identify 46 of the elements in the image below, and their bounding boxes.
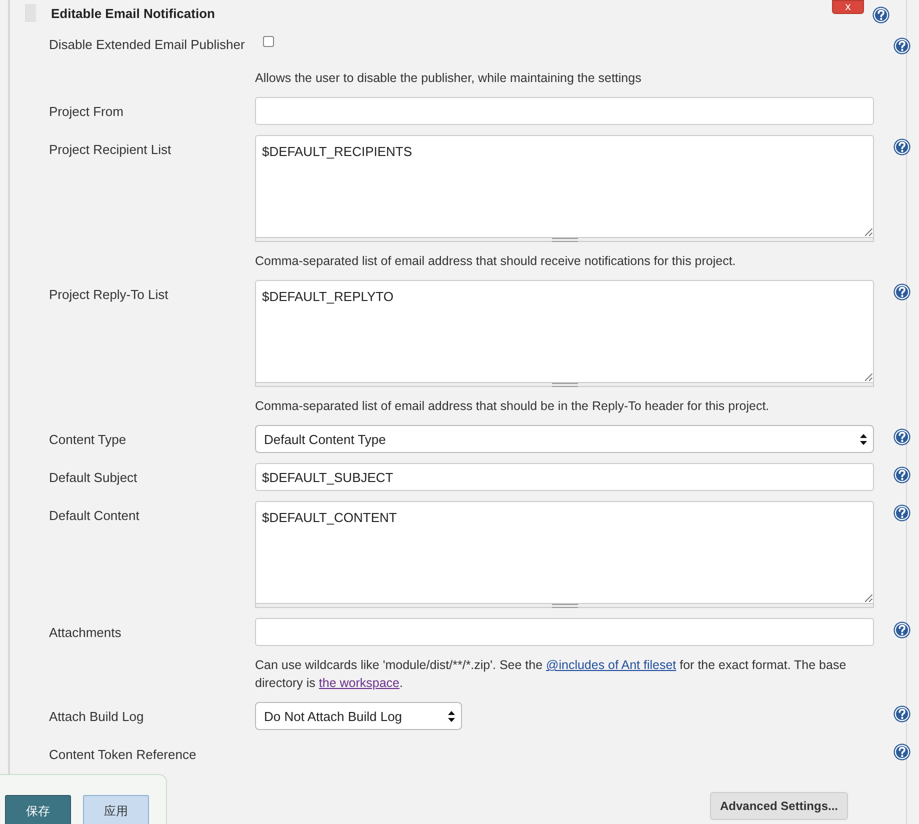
dropdown[interactable]: Default Content Type [255,425,874,453]
help-icon[interactable] [893,504,911,522]
help-icon[interactable] [893,37,911,55]
apply-button[interactable]: 应用 [83,795,149,824]
field-label: Default Content [49,507,140,525]
text-area[interactable]: $DEFAULT_REPLYTO [255,280,874,382]
advanced-settings-button[interactable]: Advanced Settings... [710,792,848,820]
help-text: Comma-separated list of email address that should be in the Reply-To header for this project. [255,398,770,415]
text-field[interactable] [255,618,874,646]
help-icon[interactable] [893,466,911,484]
resize-handle[interactable] [255,603,874,608]
field-label: Content Token Reference [49,746,198,763]
field-label: Content Type [49,431,128,449]
checkbox[interactable] [263,36,274,47]
help-text: Comma-separated list of email address that should receive notifications for this project. [255,253,737,270]
field-label: Default Subject [49,469,138,487]
updown-arrow-icon [448,710,455,722]
field-label: Attach Build Log [49,708,145,726]
resize-handle[interactable] [255,237,874,242]
field-label: Attachments [49,624,122,642]
link[interactable]: @includes of Ant fileset [546,658,676,672]
drag-handle-icon[interactable] [25,4,36,22]
help-icon[interactable] [872,6,890,24]
help-icon[interactable] [893,428,911,446]
help-icon[interactable] [893,283,911,301]
text-area[interactable]: $DEFAULT_RECIPIENTS [255,135,874,237]
help-icon[interactable] [893,705,911,723]
text-field[interactable] [255,97,874,125]
text-area[interactable]: $DEFAULT_CONTENT [255,501,874,603]
updown-arrow-icon [860,434,867,444]
section-title: Editable Email Notification [51,6,216,20]
link[interactable]: the workspace [318,676,400,690]
save-button[interactable]: 保存 [5,795,71,824]
field-label: Disable Extended Email Publisher [49,36,246,54]
help-icon[interactable] [893,138,911,156]
help-text: Can use wildcards like 'module/dist/**/*.zip'. See the @includes of Ant fileset for the exact format. The base directory is the workspace. [255,657,848,692]
help-text: Allows the user to disable the publisher, while maintaining the settings [255,70,642,87]
text-field[interactable]: $DEFAULT_SUBJECT [255,463,874,491]
field-label: Project From [49,103,124,121]
resize-handle[interactable] [255,382,874,387]
field-label: Project Reply-To List [49,286,170,304]
dropdown[interactable]: Do Not Attach Build Log [255,702,462,730]
field-label: Project Recipient List [49,141,172,159]
help-icon[interactable] [893,621,911,639]
help-icon[interactable] [893,743,911,761]
delete-button[interactable]: x [832,0,864,14]
